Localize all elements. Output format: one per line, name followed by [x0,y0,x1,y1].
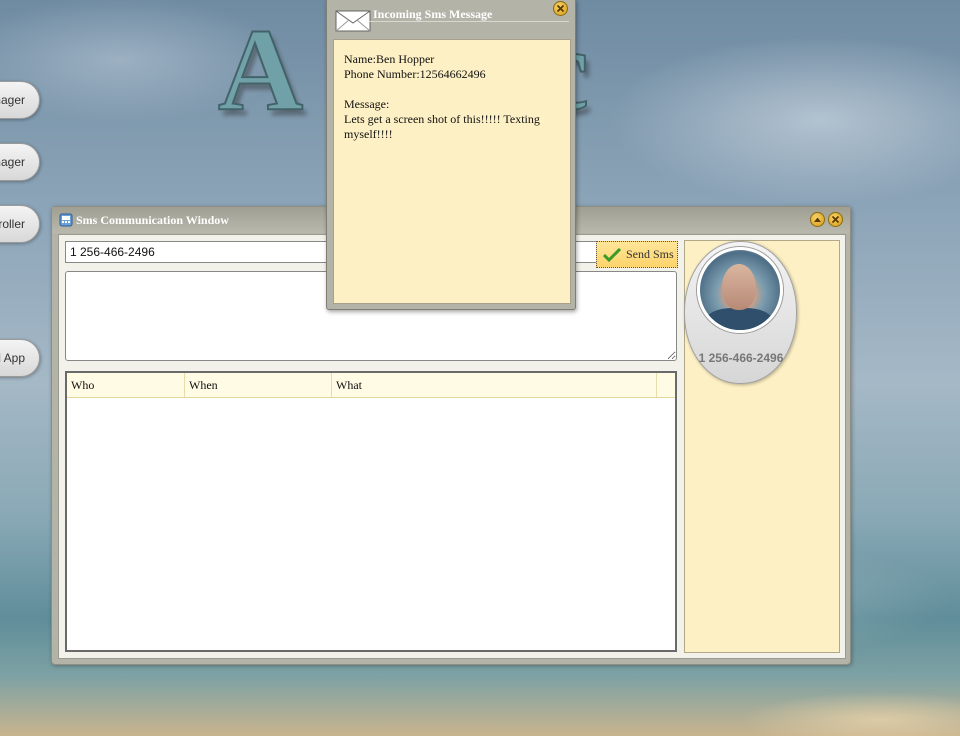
avatar-shirt [706,308,772,330]
phone-icon [59,213,73,227]
side-launcher-button-1[interactable]: nager [0,81,40,119]
side-launcher-button-2[interactable]: nager [0,143,40,181]
envelope-icon [335,10,371,32]
avatar-face [722,264,756,310]
minimize-button[interactable] [810,212,825,227]
side-launcher-button-3[interactable]: roller [0,205,40,243]
avatar [697,247,783,333]
popup-close-button[interactable] [553,1,568,16]
close-icon [831,215,840,224]
column-header-when[interactable]: When [185,373,332,397]
contact-panel: 1 256-466-2496 [684,240,840,653]
list-header: Who When What [67,373,675,398]
column-header-who[interactable]: Who [67,373,185,397]
send-sms-button[interactable]: Send Sms [596,241,678,268]
message-history-list[interactable]: Who When What [65,371,677,652]
incoming-sms-popup: Incoming Sms Message Name:Ben Hopper Pho… [326,0,576,310]
window-title: Sms Communication Window [76,213,229,227]
checkmark-icon [603,247,621,262]
sender-phone: Phone Number:12564662496 [344,67,486,81]
popup-title-divider [369,21,569,22]
chevron-up-icon [814,217,821,222]
side-launcher-label: nager [0,155,25,169]
message-text: Lets get a screen shot of this!!!!! Text… [344,112,540,141]
side-launcher-label: roller [0,217,25,231]
popup-title: Incoming Sms Message [373,7,493,21]
column-header-what[interactable]: What [332,373,657,397]
contact-card[interactable]: 1 256-466-2496 [684,241,797,384]
sender-name: Name:Ben Hopper [344,52,435,66]
side-launcher-label: nager [0,93,25,107]
contact-number: 1 256-466-2496 [698,351,784,365]
close-button[interactable] [828,212,843,227]
side-launcher-label: l App [0,351,25,365]
close-icon [556,4,565,13]
message-label: Message: [344,97,390,111]
popup-message-body: Name:Ben Hopper Phone Number:12564662496… [333,39,571,304]
send-sms-label: Send Sms [626,247,674,261]
side-launcher-button-4[interactable]: l App [0,339,40,377]
column-header-extra [657,373,675,397]
